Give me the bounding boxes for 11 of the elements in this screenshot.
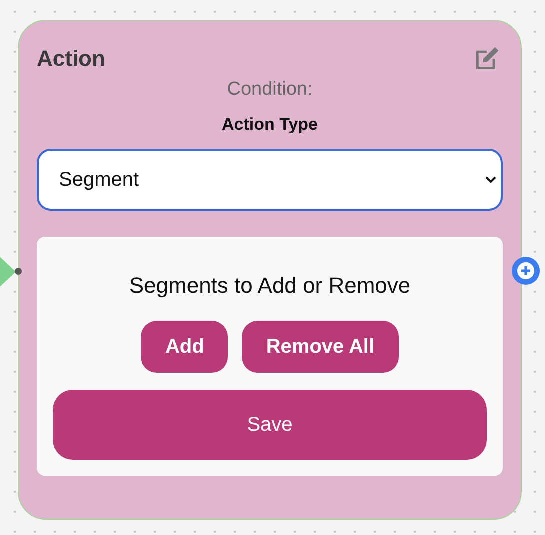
action-type-dropdown[interactable]: Segment [37,149,503,211]
field-label: Action Type [220,115,320,135]
condition-label: Condition: [226,79,314,101]
connector-dot[interactable] [15,268,22,275]
segment-button[interactable]: Remove All [242,321,399,373]
segment-button[interactable]: Add [141,321,228,373]
save-button[interactable]: Save [53,390,487,460]
add-icon[interactable] [512,257,540,285]
node-title: Action [37,46,106,72]
panel-heading: Segments to Add or Remove [128,273,412,299]
chevron-down-icon [485,176,497,184]
